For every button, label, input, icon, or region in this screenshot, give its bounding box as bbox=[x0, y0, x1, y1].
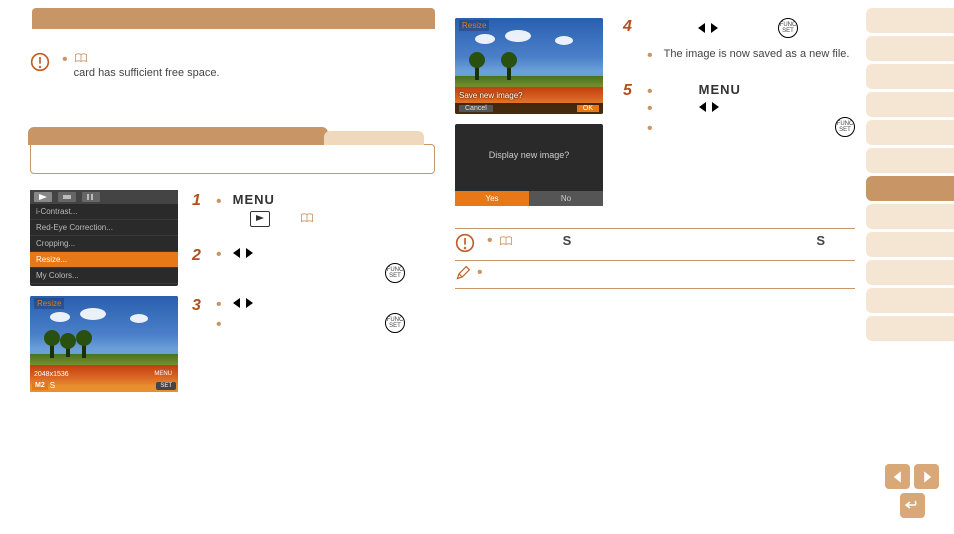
pencil-icon bbox=[455, 265, 471, 284]
s-mark: S bbox=[816, 233, 825, 248]
tab-strip bbox=[30, 127, 435, 145]
sidebar-tab-active[interactable] bbox=[866, 176, 954, 201]
warning-icon bbox=[455, 233, 475, 256]
print-tab-icon bbox=[58, 192, 76, 202]
bullet-icon: • bbox=[647, 123, 653, 135]
warning-text: card has sufficient free space. bbox=[74, 67, 220, 79]
cancel-label: Cancel bbox=[459, 105, 493, 112]
warning-row: • card has sufficient free space. bbox=[30, 52, 435, 79]
prev-page-button[interactable] bbox=[885, 464, 910, 489]
step-number-4: 4 bbox=[623, 18, 641, 36]
step-4-text: The image is now saved as a new file. bbox=[664, 48, 850, 60]
note-row: • S S bbox=[455, 233, 855, 256]
sidebar-tab[interactable] bbox=[866, 8, 954, 33]
left-right-arrows-icon bbox=[698, 23, 718, 33]
no-label: No bbox=[529, 191, 603, 206]
content-box bbox=[30, 144, 435, 174]
camera-save-screenshot: Resize Save new image? Cancel OK bbox=[455, 18, 603, 114]
camera-resize-screenshot: Resize 2048x1536 MENU M2 S SET bbox=[30, 296, 178, 392]
menu-item-selected: Resize... bbox=[30, 252, 178, 268]
menu-item: My Colors... bbox=[30, 268, 178, 284]
warning-icon bbox=[30, 52, 50, 75]
func-set-button-icon: FUNCSET bbox=[778, 18, 798, 38]
sidebar-tab[interactable] bbox=[866, 64, 954, 89]
step-number-3: 3 bbox=[192, 297, 210, 315]
sidebar bbox=[866, 8, 954, 344]
book-icon bbox=[499, 235, 513, 250]
bullet-icon: • bbox=[216, 249, 222, 261]
sidebar-tab[interactable] bbox=[866, 232, 954, 257]
func-set-button-icon: FUNCSET bbox=[385, 263, 405, 283]
menu-label: MENU bbox=[233, 192, 275, 207]
yes-label: Yes bbox=[455, 191, 529, 206]
tools-tab-icon bbox=[82, 192, 100, 202]
bullet-icon: • bbox=[647, 50, 653, 62]
sidebar-tab[interactable] bbox=[866, 92, 954, 117]
book-icon bbox=[300, 212, 314, 227]
bullet-icon: • bbox=[62, 54, 68, 66]
sidebar-tab[interactable] bbox=[866, 148, 954, 173]
bullet-icon: • bbox=[216, 319, 222, 331]
bullet-icon: • bbox=[487, 235, 493, 247]
sidebar-tab[interactable] bbox=[866, 316, 954, 341]
bullet-icon: • bbox=[647, 86, 653, 98]
tab-active bbox=[28, 127, 328, 145]
left-right-arrows-icon bbox=[233, 298, 253, 308]
bullet-icon: • bbox=[216, 196, 222, 208]
playback-tab-icon bbox=[34, 192, 52, 202]
menu-label: MENU bbox=[699, 82, 741, 97]
section-number bbox=[34, 18, 64, 44]
s-mark: S bbox=[563, 233, 572, 248]
playback-icon bbox=[250, 211, 270, 227]
bullet-icon: • bbox=[647, 103, 653, 115]
next-page-button[interactable] bbox=[914, 464, 939, 489]
page-nav bbox=[882, 464, 942, 518]
divider bbox=[455, 228, 855, 229]
lcd-dimensions: 2048x1536 bbox=[34, 371, 69, 378]
return-button[interactable] bbox=[900, 493, 925, 518]
step-number-1: 1 bbox=[192, 192, 210, 210]
book-icon bbox=[74, 52, 88, 67]
save-prompt-text: Save new image? bbox=[459, 91, 523, 100]
left-right-arrows-icon bbox=[699, 102, 719, 112]
display-prompt-text: Display new image? bbox=[489, 150, 570, 160]
step-number-5: 5 bbox=[623, 82, 641, 100]
sidebar-tab[interactable] bbox=[866, 120, 954, 145]
sidebar-tab[interactable] bbox=[866, 204, 954, 229]
lcd-set-tag: SET bbox=[156, 382, 176, 390]
camera-menu-screenshot: i-Contrast... Red-Eye Correction... Crop… bbox=[30, 190, 178, 286]
func-set-button-icon: FUNCSET bbox=[385, 313, 405, 333]
menu-item: Red-Eye Correction... bbox=[30, 220, 178, 236]
tip-row: • bbox=[455, 265, 855, 284]
sidebar-tab[interactable] bbox=[866, 260, 954, 285]
lcd-menu-tag: MENU bbox=[150, 370, 176, 378]
lcd-title: Resize bbox=[34, 298, 64, 309]
menu-item: Cropping... bbox=[30, 236, 178, 252]
size-badge: M2 bbox=[32, 381, 48, 390]
camera-display-prompt-screenshot: Display new image? Yes No bbox=[455, 124, 603, 206]
section-heading-bar bbox=[32, 8, 435, 29]
tab-inactive bbox=[324, 131, 424, 145]
bullet-icon: • bbox=[477, 267, 483, 279]
size-s: S bbox=[50, 381, 55, 390]
sidebar-tab[interactable] bbox=[866, 288, 954, 313]
left-right-arrows-icon bbox=[233, 248, 253, 258]
divider bbox=[455, 288, 855, 289]
func-set-button-icon: FUNCSET bbox=[835, 117, 855, 137]
step-number-2: 2 bbox=[192, 247, 210, 265]
bullet-icon: • bbox=[216, 299, 222, 311]
sidebar-tab[interactable] bbox=[866, 36, 954, 61]
menu-item: i-Contrast... bbox=[30, 204, 178, 220]
ok-label: OK bbox=[577, 105, 599, 112]
lcd-title: Resize bbox=[459, 20, 489, 31]
divider bbox=[455, 260, 855, 261]
